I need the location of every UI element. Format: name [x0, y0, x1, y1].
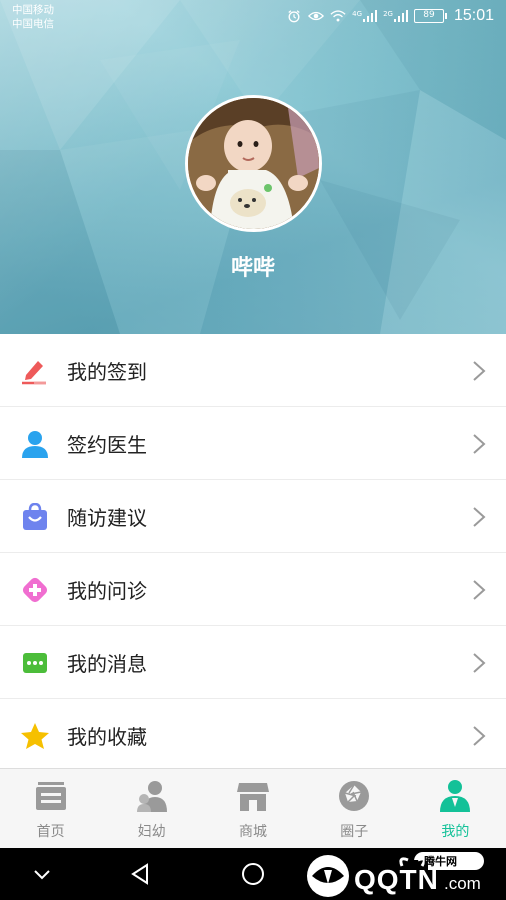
status-icons: 4G 2G 89 15:01 — [286, 7, 494, 25]
tab-home[interactable]: 首页 — [0, 769, 101, 848]
chevron-right-icon — [473, 580, 486, 600]
chat-dots-icon — [23, 653, 47, 673]
wifi-icon — [330, 10, 346, 22]
watermark-brand: QQTN — [354, 864, 439, 895]
profile-header: 中国移动 中国电信 4G 2G 89 15:01 哔哔 — [0, 0, 506, 334]
baby-photo — [188, 98, 319, 229]
tab-label: 圈子 — [340, 824, 369, 840]
profile-icon — [440, 780, 471, 812]
status-bar: 中国移动 中国电信 4G 2G 89 15:01 — [0, 0, 506, 34]
tab-maternal-child[interactable]: 妇幼 — [101, 769, 202, 848]
signal-1: 4G — [352, 10, 378, 22]
person-icon — [22, 431, 48, 458]
tab-circle[interactable]: 圈子 — [304, 769, 405, 848]
watermark-suffix: .com — [444, 874, 481, 893]
circle-aperture-icon — [339, 781, 370, 811]
menu-item-messages[interactable]: 我的消息 — [0, 626, 506, 699]
watermark-logo: 腾牛网 QQTN .com — [298, 850, 498, 898]
chevron-right-icon — [473, 507, 486, 527]
menu-item-label: 随访建议 — [67, 505, 147, 530]
home-icon — [35, 782, 66, 810]
signal-2-label: 2G — [383, 10, 393, 18]
carrier-2: 中国电信 — [12, 18, 54, 30]
system-navigation-bar: 腾牛网 QQTN .com — [0, 848, 506, 900]
mother-child-icon — [136, 781, 167, 812]
shop-icon — [237, 783, 269, 811]
chevron-right-icon — [473, 653, 486, 673]
menu-item-checkin[interactable]: 我的签到 — [0, 334, 506, 407]
tab-label: 我的 — [441, 824, 470, 840]
chevron-right-icon — [473, 361, 486, 381]
signal-bars-icon — [393, 10, 408, 22]
back-icon[interactable] — [128, 862, 152, 886]
tab-label: 商城 — [239, 824, 267, 840]
pen-edit-icon — [22, 361, 46, 385]
signal-1-label: 4G — [352, 10, 363, 18]
menu-item-signed-doctor[interactable]: 签约医生 — [0, 407, 506, 480]
eye-icon — [308, 11, 325, 21]
star-icon — [21, 723, 49, 749]
tab-shop[interactable]: 商城 — [202, 769, 303, 848]
home-circle-icon[interactable] — [241, 862, 265, 886]
signal-bars-icon — [363, 10, 378, 22]
alarm-icon — [288, 10, 300, 23]
profile-menu: 我的签到 签约医生 随访建议 我的问诊 我的消息 我的收藏 — [0, 334, 506, 772]
medical-cross-icon — [22, 577, 48, 603]
tab-mine[interactable]: 我的 — [405, 769, 506, 848]
menu-item-favorites[interactable]: 我的收藏 — [0, 699, 506, 772]
chevron-right-icon — [473, 434, 486, 454]
battery-icon: 89 — [413, 9, 447, 23]
menu-item-consultation[interactable]: 我的问诊 — [0, 553, 506, 626]
menu-item-label: 签约医生 — [67, 432, 147, 457]
tab-label: 妇幼 — [137, 824, 166, 840]
carrier-1: 中国移动 — [12, 4, 54, 16]
menu-item-label: 我的签到 — [67, 359, 147, 384]
bottom-tab-bar: 首页 妇幼 商城 圈子 我的 — [0, 768, 506, 848]
username[interactable]: 哔哔 — [0, 250, 506, 282]
carrier-info: 中国移动 中国电信 — [12, 3, 54, 31]
signal-2: 2G — [383, 10, 408, 22]
clock: 15:01 — [453, 7, 494, 24]
menu-item-label: 我的收藏 — [67, 724, 147, 749]
menu-item-label: 我的问诊 — [67, 578, 147, 603]
avatar[interactable] — [185, 95, 322, 232]
chevron-down-icon[interactable] — [30, 862, 54, 886]
chevron-right-icon — [473, 726, 486, 746]
tab-label: 首页 — [36, 824, 65, 840]
menu-item-followup-advice[interactable]: 随访建议 — [0, 480, 506, 553]
menu-item-label: 我的消息 — [67, 651, 147, 676]
bag-smile-icon — [23, 503, 47, 530]
